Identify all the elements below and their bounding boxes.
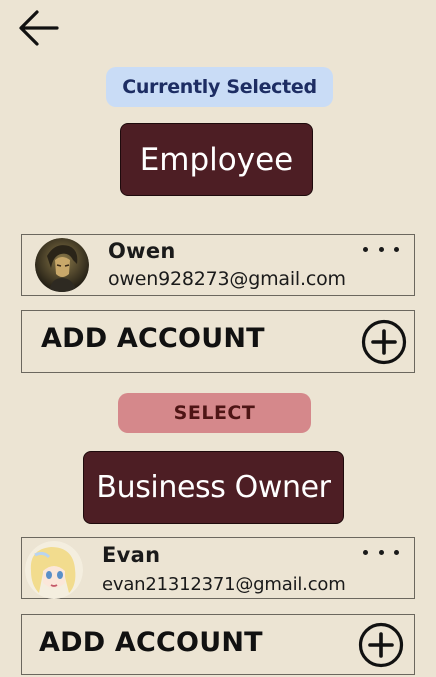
business-owner-role-button[interactable]: Business Owner	[83, 451, 344, 524]
employee-role-button[interactable]: Employee	[120, 123, 313, 196]
avatar	[35, 238, 89, 292]
more-horizontal-icon	[363, 549, 368, 555]
add-account-button[interactable]: ADD ACCOUNT	[21, 310, 415, 373]
more-options-button[interactable]	[363, 241, 399, 257]
add-account-button[interactable]: ADD ACCOUNT	[21, 614, 415, 675]
add-account-label: ADD ACCOUNT	[41, 323, 265, 354]
account-name: Evan	[102, 543, 161, 567]
avatar	[25, 541, 83, 599]
account-name: Owen	[108, 239, 176, 263]
plus-circle-icon	[361, 319, 407, 365]
account-email: evan21312371@gmail.com	[102, 574, 346, 595]
plus-circle-icon	[358, 622, 404, 668]
arrow-left-icon	[19, 10, 59, 46]
account-switcher-screen: Currently Selected Employee Owen owen928…	[0, 0, 436, 677]
account-card-owen[interactable]: Owen owen928273@gmail.com	[21, 234, 415, 296]
more-options-button[interactable]	[363, 544, 399, 560]
add-account-label: ADD ACCOUNT	[39, 627, 263, 658]
select-badge: SELECT	[118, 393, 311, 433]
account-email: owen928273@gmail.com	[108, 268, 346, 290]
account-card-evan[interactable]: Evan evan21312371@gmail.com	[21, 537, 415, 599]
currently-selected-badge: Currently Selected	[106, 67, 333, 107]
back-button[interactable]	[16, 8, 62, 48]
more-horizontal-icon	[363, 246, 368, 252]
